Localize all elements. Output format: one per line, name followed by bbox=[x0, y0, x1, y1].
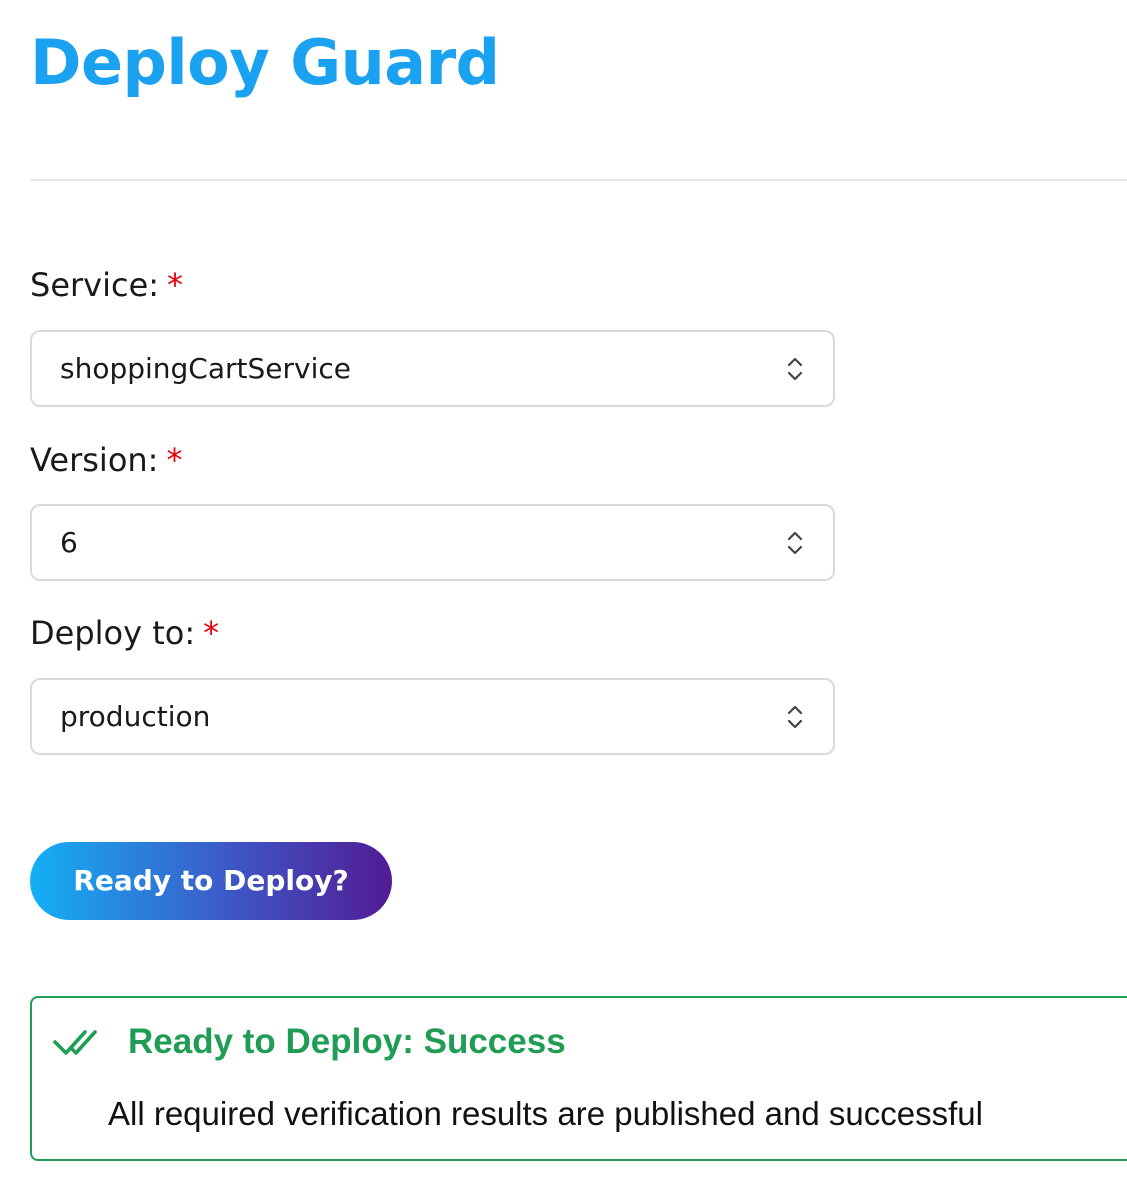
environment-select-value: production bbox=[60, 700, 211, 733]
version-label-text: Version: bbox=[30, 441, 159, 479]
service-label-text: Service: bbox=[30, 266, 160, 304]
version-select[interactable]: 6 bbox=[30, 504, 835, 581]
version-select-value: 6 bbox=[60, 526, 78, 559]
deploy-guard-page: Deploy Guard Service: * shoppingCartServi… bbox=[0, 0, 1127, 1188]
environment-select[interactable]: production bbox=[30, 678, 835, 755]
required-marker: * bbox=[166, 441, 183, 479]
version-label: Version: * bbox=[30, 440, 182, 480]
alert-title: Ready to Deploy: Success bbox=[128, 1022, 566, 1061]
required-marker: * bbox=[203, 614, 220, 652]
deploy-result-alert: Ready to Deploy: Success All required ve… bbox=[30, 996, 1127, 1161]
chevron-up-down-icon bbox=[787, 705, 803, 729]
alert-message: All required verification results are pu… bbox=[108, 1095, 983, 1132]
chevron-up-down-icon bbox=[787, 357, 803, 381]
service-label: Service: * bbox=[30, 265, 183, 305]
chevron-up-down-icon bbox=[787, 531, 803, 555]
double-check-icon bbox=[53, 1030, 97, 1055]
ready-to-deploy-button[interactable]: Ready to Deploy? bbox=[30, 842, 392, 920]
environment-label: Deploy to: * bbox=[30, 613, 219, 653]
environment-label-text: Deploy to: bbox=[30, 614, 196, 652]
service-select[interactable]: shoppingCartService bbox=[30, 330, 835, 407]
required-marker: * bbox=[167, 266, 184, 304]
page-title: Deploy Guard bbox=[30, 26, 500, 99]
header-divider bbox=[30, 179, 1127, 181]
service-select-value: shoppingCartService bbox=[60, 352, 351, 385]
